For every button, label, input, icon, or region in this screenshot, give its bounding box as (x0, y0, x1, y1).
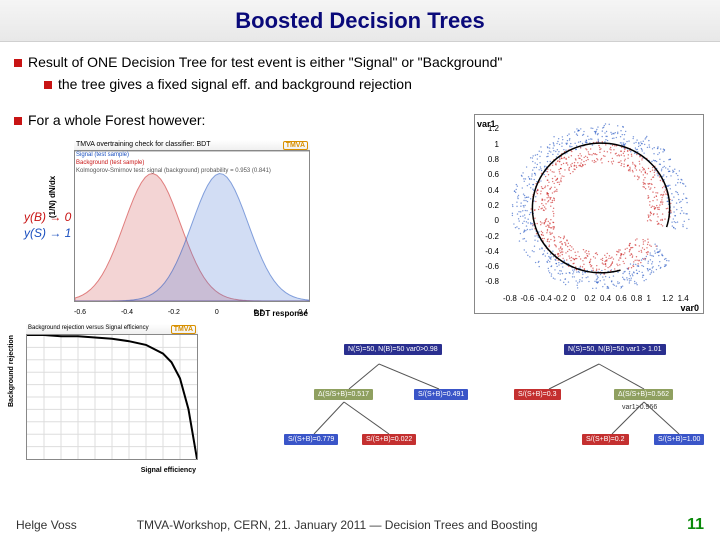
overtrain-title: TMVA overtraining check for classifier: … (76, 141, 210, 150)
scatter-plot: var1 1.2 1 0.8 0.6 0.4 0.2 0 -0.2 -0.4 -… (474, 114, 704, 314)
page-title: Boosted Decision Trees (235, 8, 484, 34)
tree-leaf-node: S/(S+B)=0.491 (414, 389, 468, 400)
tree-edges (504, 344, 694, 474)
forest-output-annotation: y(B) → 0 y(S) → 1 (24, 210, 71, 241)
scatter-xlabel: var0 (680, 303, 699, 313)
footer: Helge Voss TMVA-Workshop, CERN, 21. Janu… (0, 516, 720, 534)
tree-split-label: var1>0.966 (622, 404, 657, 411)
tree-diagrams: N(S)=50, N(B)=50 var0>0.98 Δ(S/S+B)=0.51… (274, 344, 704, 484)
square-bullet-icon (44, 81, 52, 89)
bullet-1-text: Result of ONE Decision Tree for test eve… (28, 54, 502, 70)
bullet-1: Result of ONE Decision Tree for test eve… (14, 54, 706, 70)
ys-line: y(S) → 1 (24, 226, 71, 242)
scatter-yaxis: 1.2 1 0.8 0.6 0.4 0.2 0 -0.2 -0.4 -0.6 -… (477, 121, 501, 291)
yb-line: y(B) → 0 (24, 210, 71, 226)
title-bar: Boosted Decision Trees (0, 0, 720, 42)
tree-edges (284, 344, 474, 474)
tmva-logo-icon: TMVA (171, 325, 196, 334)
tree-leaf-node: S/(S+B)=0.3 (514, 389, 561, 400)
tree-leaf-node: S/(S+B)=0.022 (362, 434, 416, 445)
bullet-2-text: For a whole Forest however: (28, 112, 205, 128)
tree-root-node: N(S)=50, N(B)=50 var0>0.98 (344, 344, 442, 355)
tree-leaf-node: S/(S+B)=0.2 (582, 434, 629, 445)
square-bullet-icon (14, 117, 22, 125)
tree-left: N(S)=50, N(B)=50 var0>0.98 Δ(S/S+B)=0.51… (284, 344, 474, 474)
overtrain-plot: TMVA overtraining check for classifier: … (54, 138, 314, 318)
roc-canvas (26, 334, 198, 460)
tree-right: N(S)=50, N(B)=50 var1 > 1.01 S/(S+B)=0.3… (504, 344, 694, 474)
roc-ylabel: Background rejection (8, 335, 15, 407)
tree-leaf-node: S/(S+B)=0.779 (284, 434, 338, 445)
footer-venue: TMVA-Workshop, CERN, 21. January 2011 ― … (137, 518, 687, 532)
tree-mid-node: Δ(S/S+B)=0.517 (314, 389, 373, 400)
scatter-canvas (503, 123, 695, 289)
roc-plot: Background rejection versus Signal effic… (10, 324, 200, 474)
roc-xlabel: Signal efficiency (141, 467, 196, 474)
tree-root-node: N(S)=50, N(B)=50 var1 > 1.01 (564, 344, 666, 355)
bullet-1a-text: the tree gives a fixed signal eff. and b… (58, 76, 412, 92)
tree-mid-node: Δ(S/S+B)=0.562 (614, 389, 673, 400)
scatter-xaxis: -0.8 -0.6 -0.4 -0.2 0 0.2 0.4 0.6 0.8 1 … (503, 291, 697, 311)
bullet-1a: the tree gives a fixed signal eff. and b… (44, 76, 706, 92)
overtrain-legend: Signal (test sample) Background (test sa… (76, 152, 306, 175)
tree-leaf-node: S/(S+B)=1.00 (654, 434, 704, 445)
footer-author: Helge Voss (16, 518, 77, 532)
tmva-logo-icon: TMVA (283, 141, 308, 150)
roc-title: Background rejection versus Signal effic… (28, 325, 149, 331)
footer-page-number: 11 (687, 516, 704, 534)
overtrain-xaxis: -0.6 -0.4 -0.2 0 0.2 0.4 (74, 309, 308, 316)
content: Result of ONE Decision Tree for test eve… (0, 42, 720, 494)
square-bullet-icon (14, 59, 22, 67)
plots-area: var1 1.2 1 0.8 0.6 0.4 0.2 0 -0.2 -0.4 -… (14, 134, 706, 494)
